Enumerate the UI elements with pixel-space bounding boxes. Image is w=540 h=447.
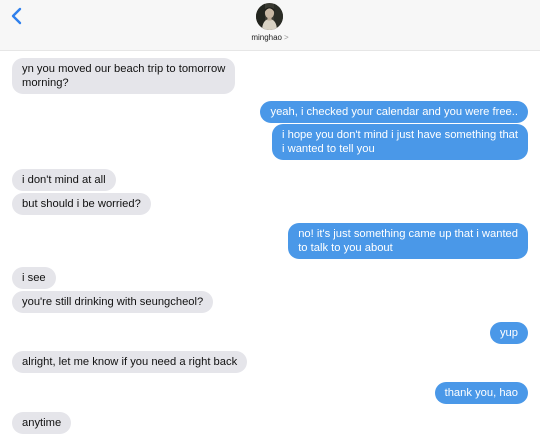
message-text-line: to talk to you about <box>298 242 393 254</box>
message-bubble-received[interactable]: anytime <box>7 412 72 434</box>
message-text-line: yup <box>499 327 518 339</box>
message-bubble-received[interactable]: but should i be worried? <box>8 193 151 215</box>
message-text-line: you're still drinking with seungcheol? <box>22 296 204 308</box>
message-bubble-sent[interactable]: yeah, i checked your calendar and you we… <box>260 101 528 123</box>
contact-avatar[interactable] <box>256 3 283 30</box>
messages-screen: minghao > yn you moved our beach trip to … <box>0 0 540 447</box>
message-text-line: i hope you don't mind i just have someth… <box>282 129 518 141</box>
message-bubble-received[interactable]: alright, let me know if you need a right… <box>7 351 248 373</box>
message-bubble-sent[interactable]: i hope you don't mind i just have someth… <box>272 124 532 160</box>
message-text-line: no! it's just something came up that i w… <box>298 228 518 240</box>
message-bubble-sent[interactable]: thank you, hao <box>434 382 533 404</box>
message-bubble-received[interactable]: yn you moved our beach trip to tomorrow … <box>7 58 236 94</box>
conversation-header: minghao > <box>0 0 540 51</box>
message-text-line: but should i be worried? <box>22 198 141 210</box>
message-bubble-received[interactable]: i don't mind at all <box>12 169 116 191</box>
message-text-line: yeah, i checked your calendar and you we… <box>270 106 518 118</box>
message-bubble-sent[interactable]: yup <box>489 322 533 344</box>
contact-name-button[interactable]: minghao > <box>0 33 540 43</box>
message-bubble-received[interactable]: you're still drinking with seungcheol? <box>7 291 214 313</box>
message-text-line: i don't mind at all <box>22 174 106 186</box>
contact-name: minghao <box>251 33 282 42</box>
message-text-line: yn you moved our beach trip to tomorrow <box>22 63 226 75</box>
back-button[interactable] <box>6 4 30 28</box>
message-bubble-received[interactable]: i see <box>12 267 56 289</box>
message-text-line: i see <box>22 272 46 284</box>
chevron-right-icon: > <box>284 33 289 42</box>
message-bubble-sent[interactable]: no! it's just something came up that i w… <box>288 223 532 259</box>
message-text-line: alright, let me know if you need a right… <box>22 356 238 368</box>
avatar-photo-icon <box>256 3 283 30</box>
message-text-line: thank you, hao <box>444 387 518 399</box>
chevron-left-icon <box>11 7 22 25</box>
message-text-line: morning? <box>22 77 69 89</box>
message-text-line: anytime <box>22 417 62 429</box>
message-text-line: i wanted to tell you <box>282 143 375 155</box>
